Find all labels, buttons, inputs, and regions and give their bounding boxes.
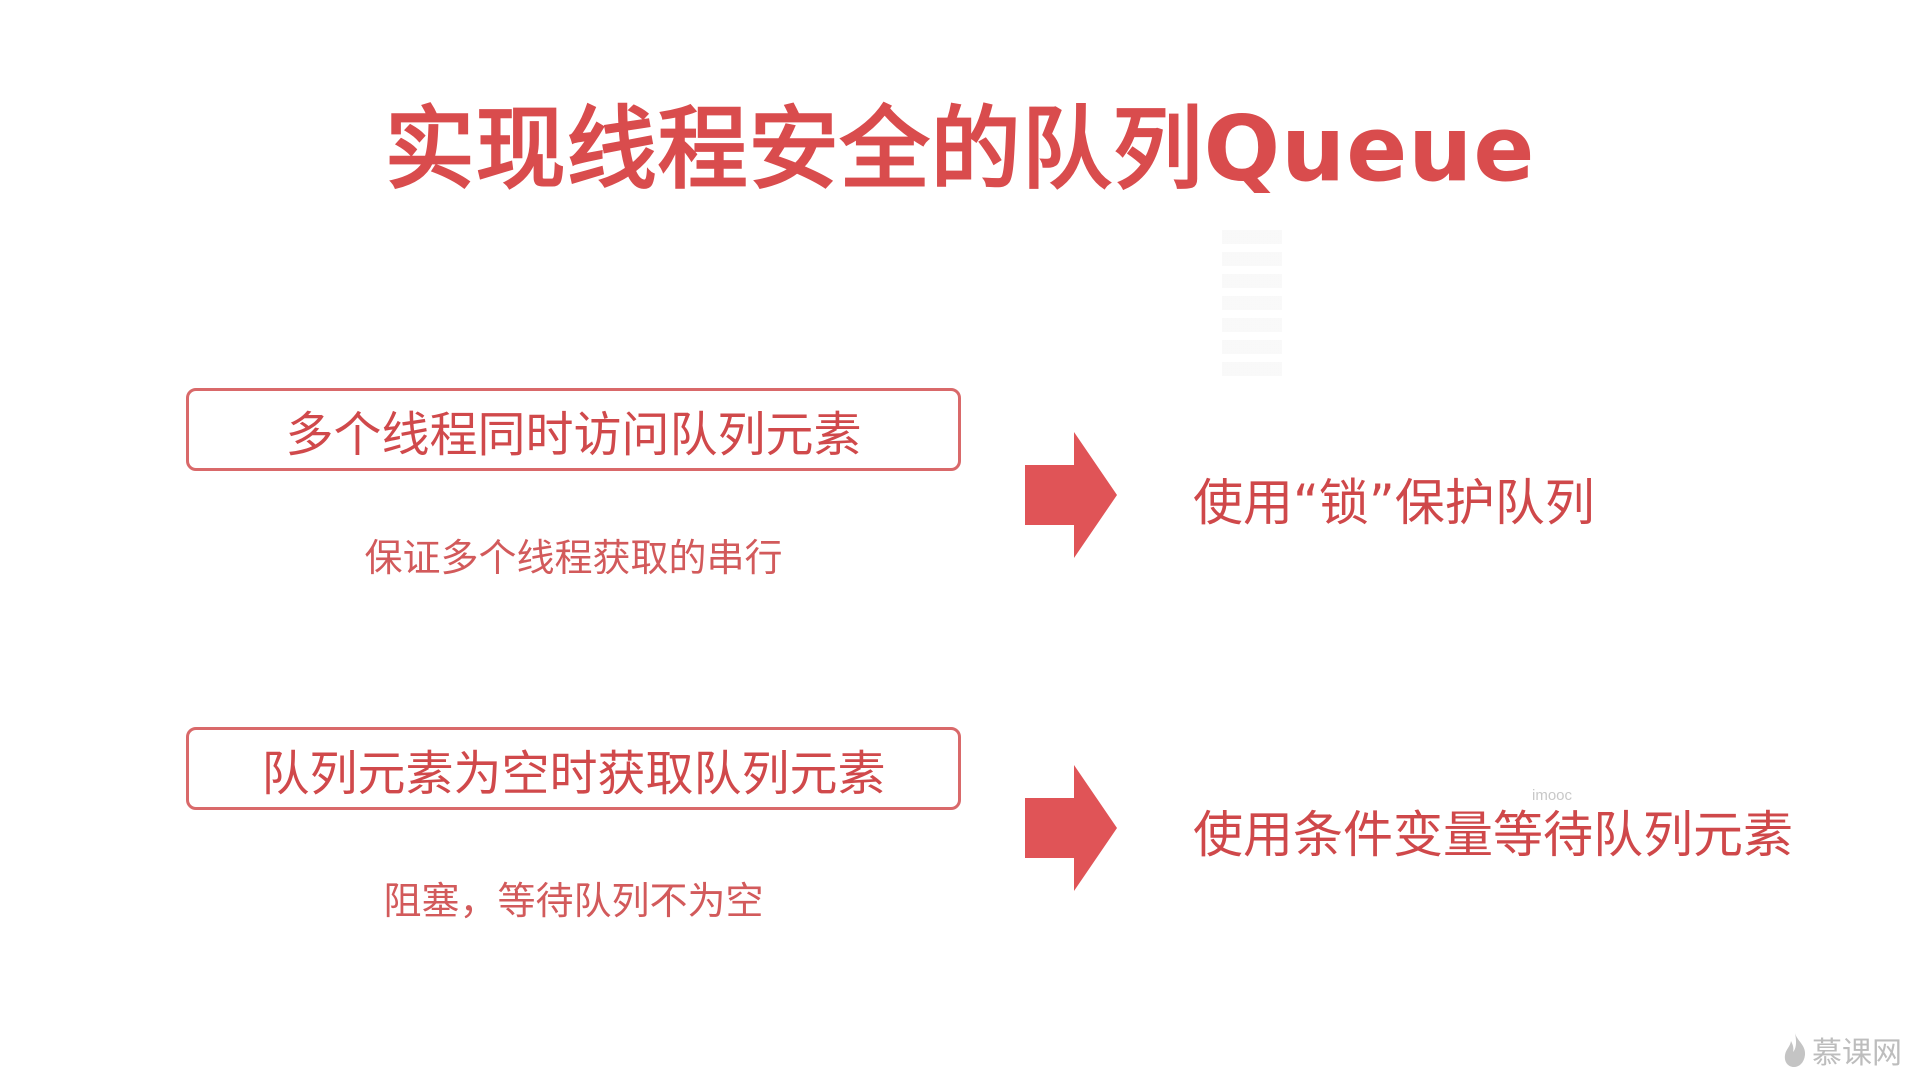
slide-title: 实现线程安全的队列Queue — [384, 97, 1536, 202]
faint-watermark — [1222, 230, 1282, 380]
right-arrow-icon — [1025, 432, 1117, 558]
solution-text-2: 使用条件变量等待队列元素 — [1193, 806, 1793, 864]
slide: 实现线程安全的队列Queue 多个线程同时访问队列元素 保证多个线程获取的串行 … — [0, 0, 1920, 1080]
right-arrow-icon — [1025, 765, 1117, 891]
problem-box-2: 队列元素为空时获取队列元素 — [186, 727, 961, 810]
flame-icon — [1784, 1033, 1806, 1067]
logo-text: 慕课网 — [1812, 1036, 1902, 1071]
problem-box-1: 多个线程同时访问队列元素 — [186, 388, 961, 471]
problem-note-1: 保证多个线程获取的串行 — [364, 536, 783, 580]
imooc-watermark: imooc — [1532, 787, 1573, 804]
solution-text-1: 使用“锁”保护队列 — [1193, 474, 1595, 532]
imooc-logo: 慕课网 — [1782, 1028, 1902, 1072]
problem-note-2: 阻塞，等待队列不为空 — [383, 879, 764, 923]
